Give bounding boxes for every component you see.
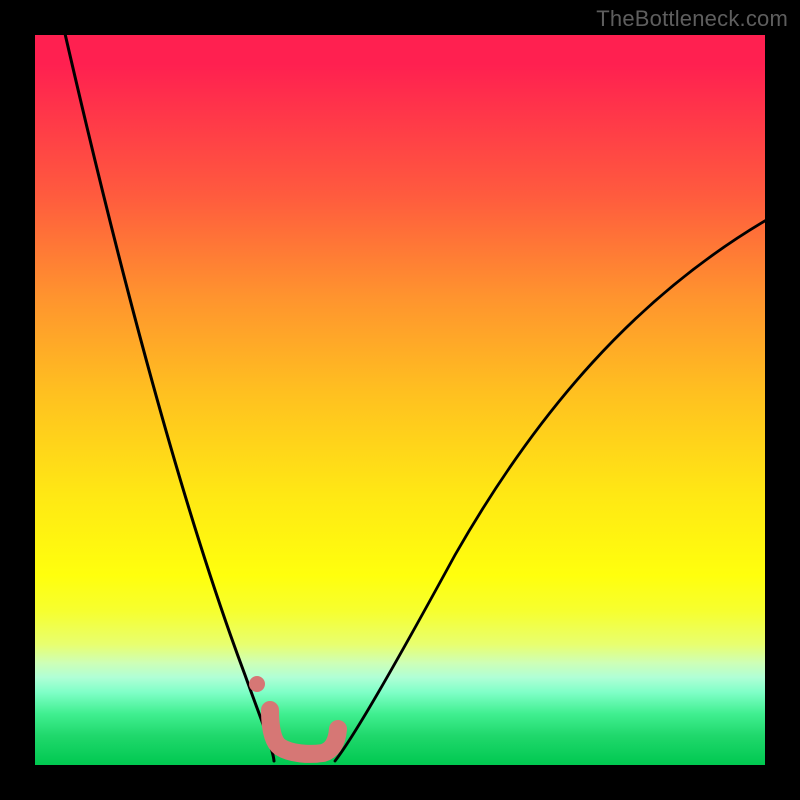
watermark-text: TheBottleneck.com [596, 6, 788, 32]
curve-right [335, 215, 775, 761]
blob-dot [249, 676, 265, 692]
curve-left [63, 25, 274, 761]
blob-stroke [270, 710, 338, 754]
chart-svg [35, 35, 765, 765]
